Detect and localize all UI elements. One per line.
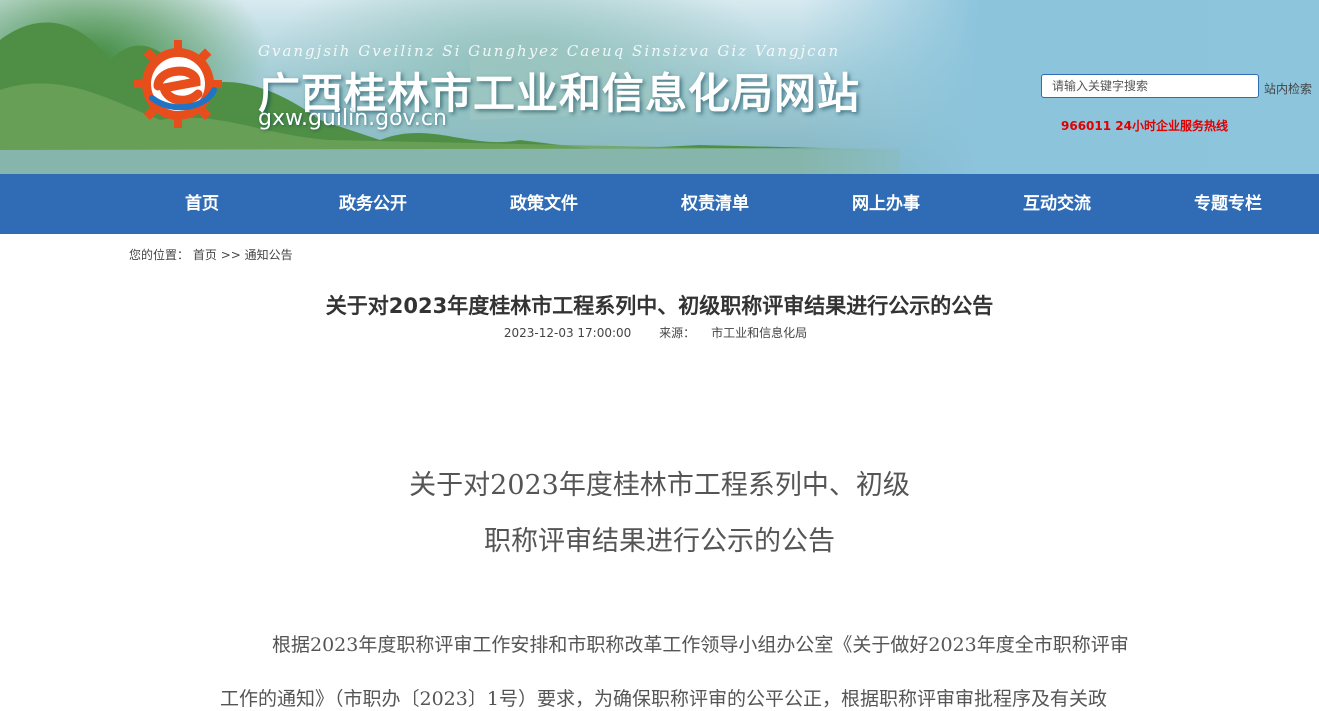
breadcrumb-home-link[interactable]: 首页 (193, 248, 217, 262)
service-hotline: 966011 24小时企业服务热线 (1061, 119, 1228, 133)
nav-item-home[interactable]: 首页 (185, 174, 219, 234)
breadcrumb-prefix: 您的位置： (129, 248, 190, 262)
nav-item-interaction[interactable]: 互动交流 (1023, 174, 1091, 234)
document-title-line-1: 关于对2023年度桂林市工程系列中、初级 (409, 470, 910, 501)
breadcrumb: 您的位置： 首页 >> 通知公告 (129, 246, 293, 263)
article-source: 市工业和信息化局 (711, 326, 808, 340)
nav-item-responsibility-list[interactable]: 权责清单 (681, 174, 749, 234)
article-meta: 2023-12-03 17:00:00 来源： 市工业和信息化局 (0, 324, 1319, 341)
nav-item-special-topics[interactable]: 专题专栏 (1194, 174, 1262, 234)
nav-item-policy-documents[interactable]: 政策文件 (510, 174, 578, 234)
main-nav: 首页 政务公开 政策文件 权责清单 网上办事 互动交流 专题专栏 (0, 174, 1319, 234)
breadcrumb-current-link[interactable]: 通知公告 (245, 248, 293, 262)
site-header: Gvangjsih Gveilinz Si Gunghyez Caeuq Sin… (0, 0, 1319, 174)
article-date: 2023-12-03 17:00:00 (503, 326, 632, 340)
search-button[interactable]: 站内检索 (1264, 80, 1312, 97)
nav-item-government-affairs[interactable]: 政务公开 (339, 174, 407, 234)
article-title: 关于对2023年度桂林市工程系列中、初级职称评审结果进行公示的公告 (325, 294, 994, 318)
nav-item-online-services[interactable]: 网上办事 (852, 174, 920, 234)
document-title-line-2: 职称评审结果进行公示的公告 (484, 526, 835, 557)
body-paragraph-line-2: 工作的通知》（市职办〔2023〕1号）要求，为确保职称评审的公平公正，根据职称评… (220, 688, 1107, 710)
gear-logo-icon (134, 40, 222, 128)
site-pinyin: Gvangjsih Gveilinz Si Gunghyez Caeuq Sin… (258, 42, 841, 60)
body-paragraph-line-1: 根据2023年度职称评审工作安排和市职称改革工作领导小组办公室《关于做好2023… (272, 634, 1129, 656)
site-domain: gxw.guilin.gov.cn (258, 106, 447, 131)
breadcrumb-separator: >> (220, 248, 241, 262)
article-source-label: 来源： (659, 326, 696, 340)
search-input[interactable] (1041, 74, 1259, 98)
